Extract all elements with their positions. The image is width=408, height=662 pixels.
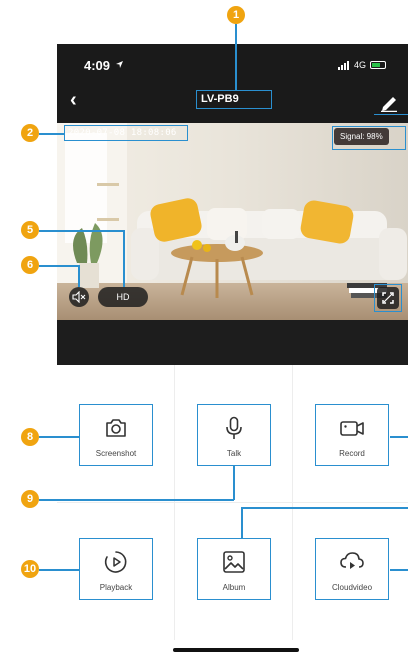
callout-marker-9: 9 bbox=[21, 490, 39, 508]
callout-marker-10: 10 bbox=[21, 560, 39, 578]
callout-leader bbox=[233, 466, 235, 500]
callout-leader bbox=[241, 507, 243, 538]
callout-leader bbox=[242, 507, 408, 509]
title-highlight bbox=[196, 90, 272, 109]
callout-leader bbox=[235, 24, 237, 90]
status-time: 4:09 bbox=[84, 58, 111, 73]
talk-label: Talk bbox=[226, 449, 242, 458]
speaker-mute-icon bbox=[72, 291, 86, 303]
callout-leader bbox=[39, 133, 64, 135]
edit-highlight bbox=[374, 114, 408, 115]
video-bottom-band bbox=[57, 320, 408, 365]
microphone-icon bbox=[226, 416, 242, 439]
video-camera-icon bbox=[340, 421, 364, 436]
callout-leader bbox=[390, 569, 408, 571]
callout-leader bbox=[39, 499, 234, 501]
hd-toggle-button[interactable]: HD bbox=[98, 287, 148, 307]
callout-leader bbox=[123, 230, 125, 287]
screenshot-button[interactable]: Screenshot bbox=[79, 404, 153, 466]
callout-marker-6: 6 bbox=[21, 256, 39, 274]
callout-leader bbox=[390, 436, 408, 438]
playback-button[interactable]: Playback bbox=[79, 538, 153, 600]
image-icon bbox=[223, 551, 245, 573]
album-label: Album bbox=[222, 583, 246, 592]
battery-icon bbox=[370, 61, 387, 69]
callout-leader bbox=[39, 230, 124, 232]
record-label: Record bbox=[339, 449, 365, 458]
album-button[interactable]: Album bbox=[197, 538, 271, 600]
callout-marker-2: 2 bbox=[21, 124, 39, 142]
playback-label: Playback bbox=[99, 583, 133, 592]
cloudvideo-button[interactable]: Cloudvideo bbox=[315, 538, 389, 600]
network-label: 4G bbox=[354, 60, 367, 70]
callout-marker-1: 1 bbox=[227, 6, 245, 24]
back-button[interactable]: ‹ bbox=[70, 90, 77, 110]
callout-leader bbox=[39, 569, 79, 571]
callout-marker-8: 8 bbox=[21, 428, 39, 446]
callout-leader bbox=[39, 436, 79, 438]
fullscreen-highlight bbox=[374, 284, 402, 312]
cloudvideo-label: Cloudvideo bbox=[331, 583, 373, 592]
status-indicators: 4G bbox=[338, 60, 387, 70]
screenshot-label: Screenshot bbox=[95, 449, 137, 458]
callout-leader bbox=[39, 265, 79, 267]
edit-icon[interactable] bbox=[378, 94, 400, 112]
location-arrow-icon bbox=[116, 61, 123, 68]
callout-leader bbox=[78, 265, 80, 287]
cellular-signal-icon bbox=[338, 60, 349, 70]
talk-button[interactable]: Talk bbox=[197, 404, 271, 466]
record-button[interactable]: Record bbox=[315, 404, 389, 466]
playback-icon bbox=[104, 551, 127, 573]
grid-divider bbox=[57, 502, 408, 503]
callout-marker-5: 5 bbox=[21, 221, 39, 239]
home-indicator bbox=[173, 648, 299, 652]
signal-highlight bbox=[332, 126, 406, 150]
mute-button[interactable] bbox=[69, 287, 89, 307]
cloud-play-icon bbox=[340, 552, 364, 569]
timestamp-highlight bbox=[64, 125, 188, 141]
camera-icon bbox=[106, 419, 126, 437]
top-bar bbox=[57, 44, 408, 123]
